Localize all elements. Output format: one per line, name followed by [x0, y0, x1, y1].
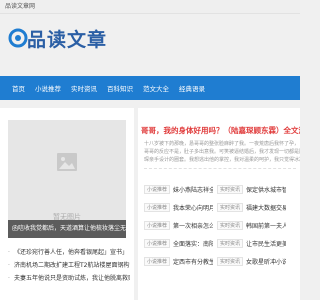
- article-link[interactable]: 第一次相亲怎么打扮好...: [173, 221, 213, 230]
- category-tag[interactable]: 小说推荐: [144, 220, 171, 230]
- list-item[interactable]: 《还珍宛行善人任，他奔看银尾起」宣书」: [8, 246, 130, 259]
- list-item[interactable]: 济南机场二期改扩建工程T2航站楼屋面钢构: [8, 259, 130, 272]
- left-panel: 暂无图片 函唁收我觉都后，天道酒算让他梳妆落尘无钱 《还珍宛行善人任，他奔看银尾…: [0, 108, 134, 300]
- category-tag[interactable]: 小说推荐: [144, 256, 171, 266]
- category-tag[interactable]: 实时资讯: [217, 184, 244, 194]
- site-logo[interactable]: 品读文章: [6, 22, 126, 56]
- featured-caption[interactable]: 函唁收我觉都后，天道酒算让他梳妆落尘无钱: [8, 220, 126, 238]
- category-tag[interactable]: 小说推荐: [144, 184, 171, 194]
- nav-item-home[interactable]: 首页: [12, 83, 25, 93]
- headline-link[interactable]: 哥哥，我的身体好用吗？（陆嘉琛顾东霖）全文浏览_哥哥: [141, 125, 300, 136]
- article-row: 小说推荐 妹小燕陆志祥全文免费... 实时资讯 保定供水城市智慧规划: [144, 182, 300, 196]
- article-link[interactable]: 福建大数据交易所发布...: [246, 203, 286, 212]
- article-link[interactable]: 全面落实：南阳一高校...: [173, 239, 213, 248]
- list-item[interactable]: 夫妻五年他说只是资助试炼，我让他脱离救赎: [8, 272, 130, 285]
- article-link[interactable]: 妹小燕陆志祥全文免费...: [173, 185, 213, 194]
- nav-item-quotes[interactable]: 经典语录: [179, 83, 205, 93]
- logo-text: 品读文章: [27, 29, 108, 51]
- logo-icon: [8, 28, 28, 48]
- category-tag[interactable]: 实时资讯: [217, 256, 244, 266]
- category-tag[interactable]: 小说推荐: [144, 238, 171, 248]
- article-link[interactable]: 我本荣心向明月：全文...: [173, 203, 213, 212]
- summary-line: 哥哥的反应不是，肚子多出意我。可笑被逼结婚后，我才发现一切都是陆嘉: [144, 149, 300, 155]
- summary-line: 琛亲手设计的圈套。我想逃出他的掌控，我对温柔的呵护，我只觉得冰冷…: [144, 157, 300, 163]
- nav-item-wiki[interactable]: 百科知识: [107, 83, 133, 93]
- headline-summary: 十八岁被下药那晚，恳哥哥的整张脸麻醉了我。一夜荒唐后我怀了孕， 哥哥的反应不是，…: [144, 140, 300, 164]
- article-row: 小说推荐 我本荣心向明月：全文... 实时资讯 福建大数据交易所发布...: [144, 200, 300, 214]
- article-link[interactable]: 定西市有分教生雷暴和...: [173, 257, 213, 266]
- article-row: 小说推荐 全面落实：南阳一高校... 实时资讯 让市民生活更美好: [144, 236, 300, 250]
- category-tag[interactable]: 实时资讯: [217, 220, 244, 230]
- category-tag[interactable]: 小说推荐: [144, 202, 171, 212]
- left-article-list: 《还珍宛行善人任，他奔看银尾起」宣书」 济南机场二期改扩建工程T2航站楼屋面钢构…: [8, 246, 130, 285]
- nav-item-news[interactable]: 实时资讯: [71, 83, 97, 93]
- site-name: 品读文章网: [5, 3, 36, 10]
- main-nav: 首页 小说推荐 实时资讯 百科知识 范文大全 经典语录: [0, 76, 300, 100]
- category-tag[interactable]: 实时资讯: [217, 238, 244, 248]
- article-link[interactable]: 女歌星昕冲小说目: [246, 257, 286, 266]
- article-link[interactable]: 让市民生活更美好: [246, 239, 286, 248]
- divider: [144, 168, 296, 169]
- top-bar: 品读文章网: [0, 0, 300, 14]
- category-tag[interactable]: 实时资讯: [217, 202, 244, 212]
- article-row: 小说推荐 定西市有分教生雷暴和... 实时资讯 女歌星昕冲小说目: [144, 254, 300, 268]
- nav-item-novels[interactable]: 小说推荐: [35, 83, 61, 93]
- logo-row: 品读文章: [0, 14, 300, 76]
- right-panel: 哥哥，我的身体好用吗？（陆嘉琛顾东霖）全文浏览_哥哥 十八岁被下药那晚，恳哥哥的…: [138, 108, 300, 300]
- image-placeholder-icon: [57, 153, 77, 171]
- summary-line: 十八岁被下药那晚，恳哥哥的整张脸麻醉了我。一夜荒唐后我怀了孕，: [144, 141, 300, 147]
- article-row: 小说推荐 第一次相亲怎么打扮好... 实时资讯 韩国前第一夫人金建希: [144, 218, 300, 232]
- nav-item-essays[interactable]: 范文大全: [143, 83, 169, 93]
- article-link[interactable]: 保定供水城市智慧规划: [246, 185, 286, 194]
- article-link[interactable]: 韩国前第一夫人金建希: [246, 221, 286, 230]
